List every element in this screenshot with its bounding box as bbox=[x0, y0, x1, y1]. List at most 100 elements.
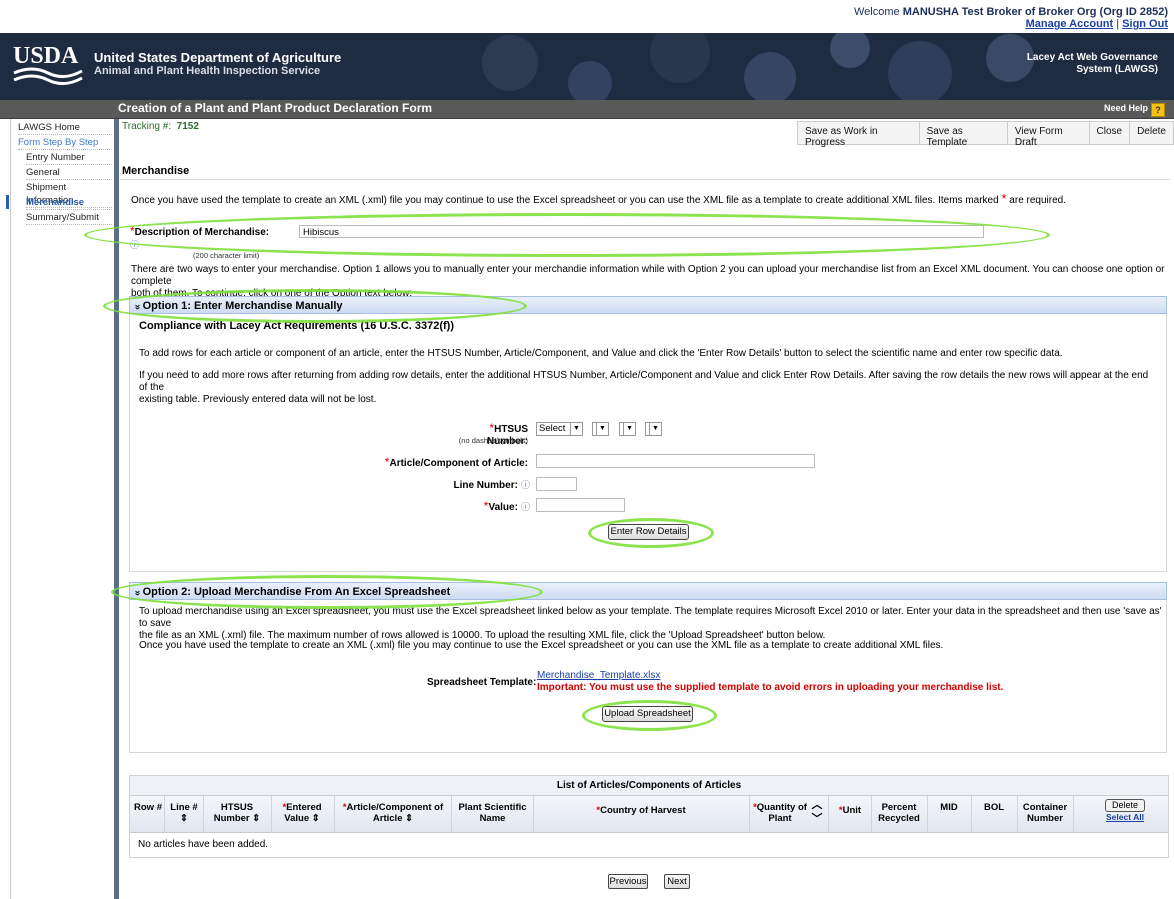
htsus-select-3[interactable]: ▼ bbox=[619, 422, 636, 436]
sidebar-item-entry-number[interactable]: Entry Number bbox=[26, 151, 112, 165]
option1-instructions-1: To add rows for each article or componen… bbox=[139, 348, 1063, 359]
sort-icon: ⇕ bbox=[311, 813, 320, 824]
intro-text: Once you have used the template to creat… bbox=[131, 195, 999, 206]
col-htsus-label: HTSUS Number bbox=[213, 802, 254, 824]
info-icon[interactable]: ⓘ bbox=[521, 502, 530, 512]
entry-methods-line1: There are two ways to enter your merchan… bbox=[131, 264, 1165, 287]
col-quantity[interactable]: *Quantity of Plant bbox=[752, 802, 808, 824]
tracking-number: Tracking #: 7152 bbox=[122, 121, 199, 132]
option1-instructions-2: If you need to add more rows after retur… bbox=[139, 370, 1159, 406]
sidebar-item-lawgs-home[interactable]: LAWGS Home bbox=[18, 121, 112, 135]
col-percent-recycled[interactable]: Percent Recycled bbox=[874, 802, 924, 824]
template-warning: Important: You must use the supplied tem… bbox=[537, 682, 1004, 693]
col-container[interactable]: Container Number bbox=[1020, 802, 1070, 824]
value-input[interactable] bbox=[536, 498, 625, 512]
sidebar-item-form-step-by-step[interactable]: Form Step By Step bbox=[18, 136, 112, 150]
col-bol[interactable]: BOL bbox=[975, 802, 1013, 813]
col-row[interactable]: Row # bbox=[134, 802, 162, 813]
htsus-select-4[interactable]: ▼ bbox=[645, 422, 662, 436]
tracking-value: 7152 bbox=[176, 121, 199, 132]
table-header: Row # Line # ⇕ HTSUS Number ⇕ *Entered Va… bbox=[130, 796, 1168, 833]
col-scientific[interactable]: Plant Scientific Name bbox=[455, 802, 530, 824]
page-titlebar: Creation of a Plant and Plant Product De… bbox=[0, 100, 1174, 119]
template-download-link[interactable]: Merchandise_Template.xlsx bbox=[537, 670, 660, 681]
sort-icon: ⇕ bbox=[180, 813, 188, 824]
line-number-input[interactable] bbox=[536, 477, 577, 491]
col-article-label: Article/Component of Article bbox=[346, 802, 444, 824]
welcome-area: Welcome MANUSHA Test Broker of Broker Or… bbox=[854, 6, 1168, 30]
chevron-down-icon[interactable]: ﹀ bbox=[812, 813, 823, 825]
col-article[interactable]: *Article/Component of Article ⇕ bbox=[338, 802, 448, 824]
intro-suffix: are required. bbox=[1009, 195, 1066, 206]
sidebar-item-general[interactable]: General bbox=[26, 166, 112, 180]
htsus-select-1[interactable]: Select ▼ bbox=[536, 422, 583, 436]
next-button[interactable]: Next bbox=[664, 874, 690, 889]
col-country-label: Country of Harvest bbox=[600, 805, 686, 816]
help-icon[interactable]: ? bbox=[1151, 103, 1165, 117]
delete-button[interactable]: Delete bbox=[1130, 122, 1173, 144]
template-label: Spreadsheet Template: bbox=[427, 677, 537, 688]
sidebar-item-summary-submit[interactable]: Summary/Submit bbox=[26, 211, 112, 225]
chevron-down-icon: ▼ bbox=[570, 423, 582, 435]
select-all-link[interactable]: Select All bbox=[1106, 812, 1144, 822]
option1-instructions-2a: If you need to add more rows after retur… bbox=[139, 370, 1149, 393]
col-entered-value[interactable]: *Entered Value ⇕ bbox=[274, 802, 330, 824]
col-line[interactable]: Line # ⇕ bbox=[168, 802, 200, 824]
usda-logo[interactable]: USDA bbox=[12, 39, 84, 89]
manage-account-link[interactable]: Manage Account bbox=[1026, 18, 1114, 30]
header-separator: | bbox=[1116, 18, 1120, 30]
system-name: Lacey Act Web Governance System (LAWGS) bbox=[1027, 52, 1158, 76]
value-field-label: *Value: ⓘ bbox=[440, 499, 530, 513]
sign-out-link[interactable]: Sign Out bbox=[1122, 18, 1168, 30]
info-icon[interactable]: ⓘ bbox=[521, 480, 530, 490]
col-unit[interactable]: *Unit bbox=[832, 805, 868, 816]
tracking-label: Tracking #: bbox=[122, 121, 172, 132]
table-caption: List of Articles/Components of Articles bbox=[130, 776, 1168, 796]
welcome-prefix: Welcome bbox=[854, 6, 900, 18]
col-htsus[interactable]: HTSUS Number ⇕ bbox=[206, 802, 268, 824]
sort-icon: ⇕ bbox=[252, 813, 261, 824]
option2-instructions-1a: To upload merchandise using an Excel spr… bbox=[139, 606, 1162, 629]
need-help-link[interactable]: Need Help bbox=[1104, 103, 1148, 113]
htsus-select-value: Select bbox=[539, 423, 566, 434]
system-name-line1: Lacey Act Web Governance bbox=[1026, 52, 1158, 63]
chevron-down-icon: ▼ bbox=[649, 423, 661, 435]
highlight-upload-spreadsheet bbox=[582, 700, 717, 731]
article-input[interactable] bbox=[536, 454, 815, 468]
highlight-option1 bbox=[103, 289, 527, 323]
chevron-up-icon[interactable]: ︿ bbox=[812, 799, 823, 811]
sidebar-item-merchandise[interactable]: Merchandise bbox=[26, 196, 112, 210]
previous-button[interactable]: Previous bbox=[608, 874, 648, 889]
banner-decoration bbox=[482, 33, 1034, 100]
col-delete: Delete Select All bbox=[1105, 799, 1145, 823]
col-quantity-label: Quantity of Plant bbox=[756, 802, 807, 824]
save-template-button[interactable]: Save as Template bbox=[920, 122, 1008, 148]
welcome-user: MANUSHA Test Broker of Broker Org (Org I… bbox=[902, 6, 1168, 18]
column-scroll-arrows[interactable]: ︿ ﹀ bbox=[810, 798, 824, 826]
save-wip-button[interactable]: Save as Work in Progress bbox=[798, 122, 920, 148]
active-step-marker bbox=[6, 195, 9, 209]
line-number-label: Line Number: bbox=[453, 480, 518, 491]
article-field-label: *Article/Component of Article: bbox=[370, 455, 528, 469]
highlight-option2 bbox=[111, 575, 543, 609]
view-draft-button[interactable]: View Form Draft bbox=[1008, 122, 1090, 148]
page-title: Creation of a Plant and Plant Product De… bbox=[118, 101, 433, 115]
chevron-down-icon: ▼ bbox=[623, 423, 635, 435]
sort-icon: ⇕ bbox=[405, 813, 414, 824]
col-unit-label: Unit bbox=[842, 805, 862, 816]
merchandise-intro: Once you have used the template to creat… bbox=[131, 192, 1161, 207]
articles-table: List of Articles/Components of Articles … bbox=[129, 775, 1169, 858]
option2-instructions-2: Once you have used the template to creat… bbox=[139, 640, 944, 651]
col-mid[interactable]: MID bbox=[930, 802, 968, 813]
agency-subtitle: Animal and Plant Health Inspection Servi… bbox=[94, 65, 321, 77]
delete-selected-button[interactable]: Delete bbox=[1105, 799, 1145, 812]
description-limit: (200 character limit) bbox=[193, 251, 260, 260]
line-field-label: Line Number: ⓘ bbox=[420, 478, 530, 491]
usda-banner: USDA United States Department of Agricul… bbox=[0, 33, 1174, 100]
col-country[interactable]: *Country of Harvest bbox=[536, 805, 746, 816]
highlight-enter-row-details bbox=[588, 518, 714, 548]
section-heading: Merchandise bbox=[120, 163, 1170, 180]
close-button[interactable]: Close bbox=[1090, 122, 1131, 144]
htsus-select-2[interactable]: ▼ bbox=[592, 422, 609, 436]
empty-table-message: No articles have been added. bbox=[138, 839, 269, 850]
